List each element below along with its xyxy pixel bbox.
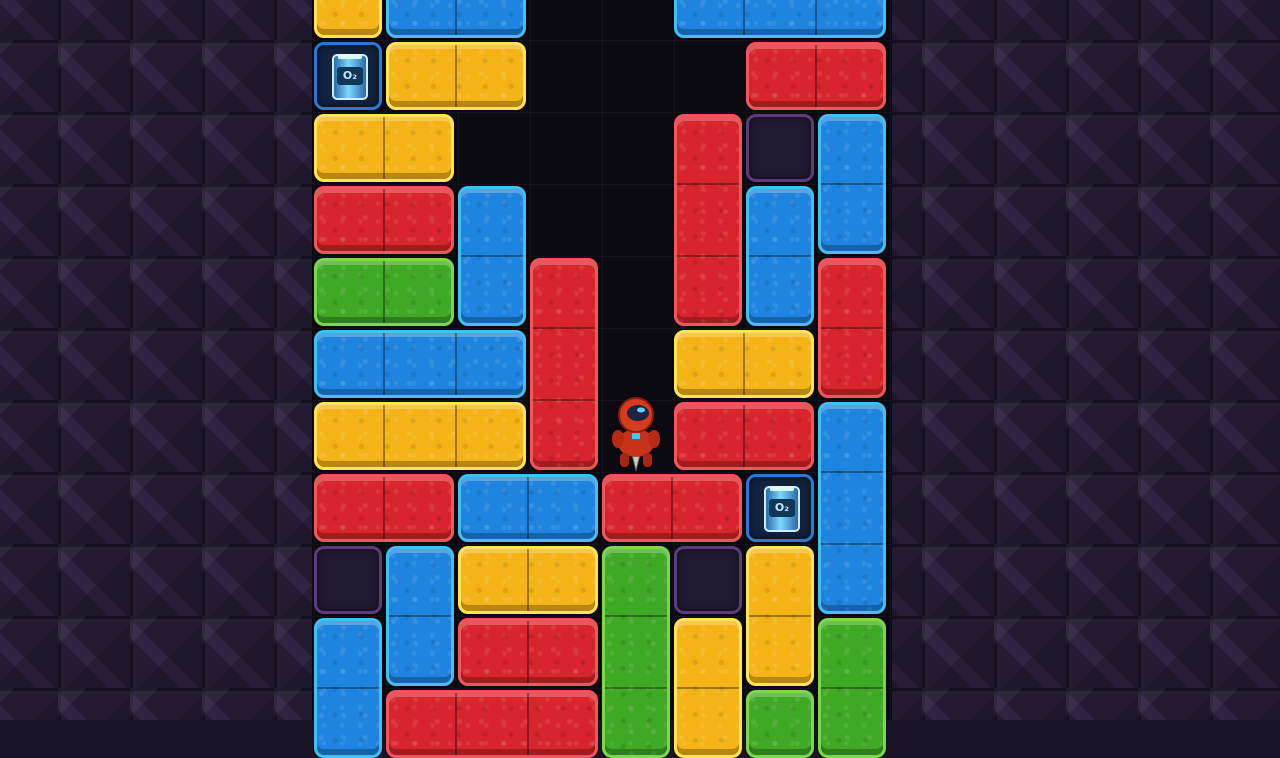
oxygen-label: O₂ xyxy=(769,499,795,517)
blue-block[interactable] xyxy=(458,186,526,326)
driller-character-icon xyxy=(612,397,660,472)
cracked-rock-block[interactable] xyxy=(746,114,814,182)
green-block[interactable] xyxy=(602,546,670,758)
blue-block[interactable] xyxy=(818,114,886,254)
block-seam xyxy=(677,687,739,689)
block-seam xyxy=(455,333,457,395)
green-block[interactable] xyxy=(746,690,814,758)
block-seam xyxy=(671,477,673,539)
cracked-rock-block[interactable] xyxy=(314,546,382,614)
block-seam xyxy=(605,687,667,689)
oxygen-canister-icon: O₂ xyxy=(764,486,800,532)
red-block[interactable] xyxy=(818,258,886,398)
block-seam xyxy=(743,405,745,467)
green-block[interactable] xyxy=(314,258,454,326)
block-seam xyxy=(527,477,529,539)
oxygen-label: O₂ xyxy=(337,67,363,85)
oxygen-canister-icon: O₂ xyxy=(332,54,368,100)
block-seam xyxy=(821,687,883,689)
cracked-rock-block[interactable] xyxy=(674,546,742,614)
yellow-block[interactable] xyxy=(314,402,526,470)
block-seam xyxy=(533,399,595,401)
blue-block[interactable] xyxy=(674,0,886,38)
block-seam xyxy=(677,255,739,257)
block-seam xyxy=(383,189,385,251)
block-seam xyxy=(527,693,529,755)
block-seam xyxy=(815,0,817,35)
red-block[interactable] xyxy=(746,42,886,110)
block-seam xyxy=(743,0,745,35)
oxygen-tile[interactable]: O₂ xyxy=(314,42,382,110)
red-block[interactable] xyxy=(314,474,454,542)
block-seam xyxy=(821,183,883,185)
blue-block[interactable] xyxy=(386,546,454,686)
block-seam xyxy=(317,687,379,689)
block-seam xyxy=(455,405,457,467)
yellow-block[interactable] xyxy=(314,114,454,182)
block-seam xyxy=(383,261,385,323)
block-seam xyxy=(383,117,385,179)
red-block[interactable] xyxy=(458,618,598,686)
red-block[interactable] xyxy=(314,186,454,254)
block-seam xyxy=(383,333,385,395)
block-seam xyxy=(749,615,811,617)
red-block[interactable] xyxy=(674,402,814,470)
yellow-block[interactable] xyxy=(746,546,814,686)
blue-block[interactable] xyxy=(314,618,382,758)
blue-block[interactable] xyxy=(386,0,526,38)
block-seam xyxy=(605,615,667,617)
block-seam xyxy=(527,549,529,611)
block-seam xyxy=(815,45,817,107)
blue-block[interactable] xyxy=(314,330,526,398)
red-block[interactable] xyxy=(602,474,742,542)
block-seam xyxy=(527,621,529,683)
blue-block[interactable] xyxy=(746,186,814,326)
red-block[interactable] xyxy=(674,114,742,326)
block-seam xyxy=(389,615,451,617)
block-seam xyxy=(821,543,883,545)
oxygen-tile[interactable]: O₂ xyxy=(746,474,814,542)
block-seam xyxy=(743,333,745,395)
yellow-block[interactable] xyxy=(458,546,598,614)
yellow-block[interactable] xyxy=(674,330,814,398)
block-seam xyxy=(461,255,523,257)
yellow-block[interactable] xyxy=(674,618,742,758)
block-seam xyxy=(749,255,811,257)
block-seam xyxy=(383,477,385,539)
block-seam xyxy=(383,405,385,467)
block-seam xyxy=(821,327,883,329)
block-seam xyxy=(455,45,457,107)
block-seam xyxy=(533,327,595,329)
block-seam xyxy=(455,0,457,35)
yellow-block[interactable] xyxy=(314,0,382,38)
block-seam xyxy=(821,471,883,473)
red-block[interactable] xyxy=(386,690,598,758)
green-block[interactable] xyxy=(818,618,886,758)
red-block[interactable] xyxy=(530,258,598,470)
blue-block[interactable] xyxy=(818,402,886,614)
blue-block[interactable] xyxy=(458,474,598,542)
block-seam xyxy=(455,693,457,755)
yellow-block[interactable] xyxy=(386,42,526,110)
block-seam xyxy=(677,183,739,185)
